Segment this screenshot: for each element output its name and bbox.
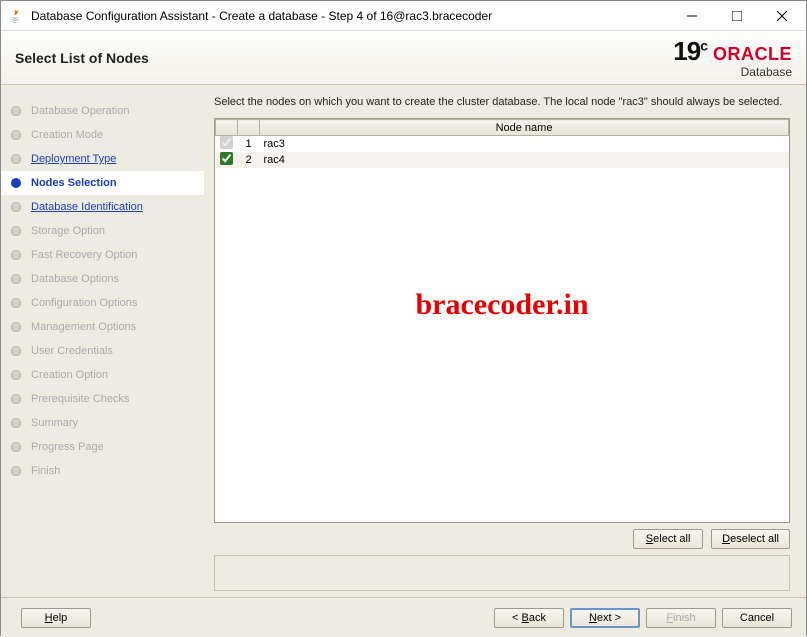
- step-dot-icon: [11, 370, 21, 380]
- table-row[interactable]: 1rac3: [216, 136, 789, 153]
- back-button[interactable]: < Back: [494, 608, 564, 628]
- node-checkbox: [220, 136, 233, 149]
- wizard-main: Select the nodes on which you want to cr…: [204, 85, 806, 597]
- step-label: Nodes Selection: [31, 177, 117, 189]
- close-button[interactable]: [759, 2, 804, 30]
- titlebar: Database Configuration Assistant - Creat…: [1, 1, 806, 31]
- wizard-sidebar: Database Operation Creation Mode Deploymen…: [1, 85, 204, 597]
- sidebar-step-1: Creation Mode: [11, 123, 204, 147]
- sidebar-step-4[interactable]: Database Identification: [11, 195, 204, 219]
- step-label: Summary: [31, 417, 78, 429]
- step-dot-icon: [11, 202, 21, 212]
- step-label: Creation Mode: [31, 129, 103, 141]
- step-label: Creation Option: [31, 369, 108, 381]
- node-name: rac3: [260, 136, 789, 153]
- step-label: Management Options: [31, 321, 136, 333]
- sidebar-step-9: Management Options: [11, 315, 204, 339]
- node-name: rac4: [260, 152, 789, 168]
- instruction-text: Select the nodes on which you want to cr…: [214, 95, 790, 110]
- step-dot-icon: [11, 250, 21, 260]
- step-label: Prerequisite Checks: [31, 393, 129, 405]
- sidebar-step-10: User Credentials: [11, 339, 204, 363]
- sidebar-step-15: Finish: [11, 459, 204, 483]
- col-node-name: Node name: [260, 120, 789, 136]
- node-index: 2: [238, 152, 260, 168]
- step-label: Finish: [31, 465, 60, 477]
- step-dot-icon: [11, 394, 21, 404]
- step-label: Storage Option: [31, 225, 105, 237]
- select-all-button[interactable]: Select all: [633, 529, 703, 549]
- step-label: Database Operation: [31, 105, 129, 117]
- step-label: Database Options: [31, 273, 119, 285]
- sidebar-step-0: Database Operation: [11, 99, 204, 123]
- step-dot-icon: [11, 346, 21, 356]
- step-dot-icon: [11, 154, 21, 164]
- sidebar-step-12: Prerequisite Checks: [11, 387, 204, 411]
- help-button[interactable]: Help: [21, 608, 91, 628]
- step-dot-icon: [11, 322, 21, 332]
- brand-name: ORACLE: [713, 44, 792, 65]
- node-table-container: Node name 1rac32rac4 bracecoder.in: [214, 118, 790, 523]
- deselect-all-button[interactable]: Deselect all: [711, 529, 790, 549]
- window-title: Database Configuration Assistant - Creat…: [31, 9, 669, 23]
- sidebar-step-6: Fast Recovery Option: [11, 243, 204, 267]
- step-label: Fast Recovery Option: [31, 249, 137, 261]
- maximize-button[interactable]: [714, 2, 759, 30]
- watermark: bracecoder.in: [415, 288, 588, 322]
- finish-button: Finish: [646, 608, 716, 628]
- col-checkbox: [216, 120, 238, 136]
- step-label: Configuration Options: [31, 297, 137, 309]
- step-dot-icon: [11, 298, 21, 308]
- step-label: Deployment Type: [31, 153, 116, 165]
- brand-version: 19c: [673, 36, 707, 67]
- cancel-button[interactable]: Cancel: [722, 608, 792, 628]
- node-checkbox[interactable]: [220, 152, 233, 165]
- sidebar-step-8: Configuration Options: [11, 291, 204, 315]
- minimize-button[interactable]: [669, 2, 714, 30]
- node-index: 1: [238, 136, 260, 153]
- sidebar-step-11: Creation Option: [11, 363, 204, 387]
- sidebar-step-7: Database Options: [11, 267, 204, 291]
- step-label: User Credentials: [31, 345, 113, 357]
- sidebar-step-13: Summary: [11, 411, 204, 435]
- step-label: Progress Page: [31, 441, 104, 453]
- step-dot-icon: [11, 418, 21, 428]
- node-table: Node name 1rac32rac4: [215, 119, 789, 168]
- step-dot-icon: [11, 274, 21, 284]
- info-panel: [214, 555, 790, 591]
- col-index: [238, 120, 260, 136]
- step-dot-icon: [11, 466, 21, 476]
- sidebar-step-2[interactable]: Deployment Type: [11, 147, 204, 171]
- step-dot-icon: [11, 130, 21, 140]
- step-label: Database Identification: [31, 201, 143, 213]
- sidebar-step-5: Storage Option: [11, 219, 204, 243]
- java-icon: [9, 8, 25, 24]
- brand-subtitle: Database: [713, 65, 792, 79]
- sidebar-step-3: Nodes Selection: [1, 171, 204, 195]
- next-button[interactable]: Next >: [570, 608, 640, 628]
- page-title: Select List of Nodes: [15, 50, 673, 66]
- wizard-header: Select List of Nodes 19c ORACLE Database: [1, 31, 806, 85]
- sidebar-step-14: Progress Page: [11, 435, 204, 459]
- oracle-brand: 19c ORACLE Database: [673, 36, 792, 79]
- step-dot-icon: [11, 106, 21, 116]
- step-dot-icon: [11, 178, 21, 188]
- wizard-footer: Help < Back Next > Finish Cancel: [1, 597, 806, 637]
- step-dot-icon: [11, 442, 21, 452]
- step-dot-icon: [11, 226, 21, 236]
- table-row[interactable]: 2rac4: [216, 152, 789, 168]
